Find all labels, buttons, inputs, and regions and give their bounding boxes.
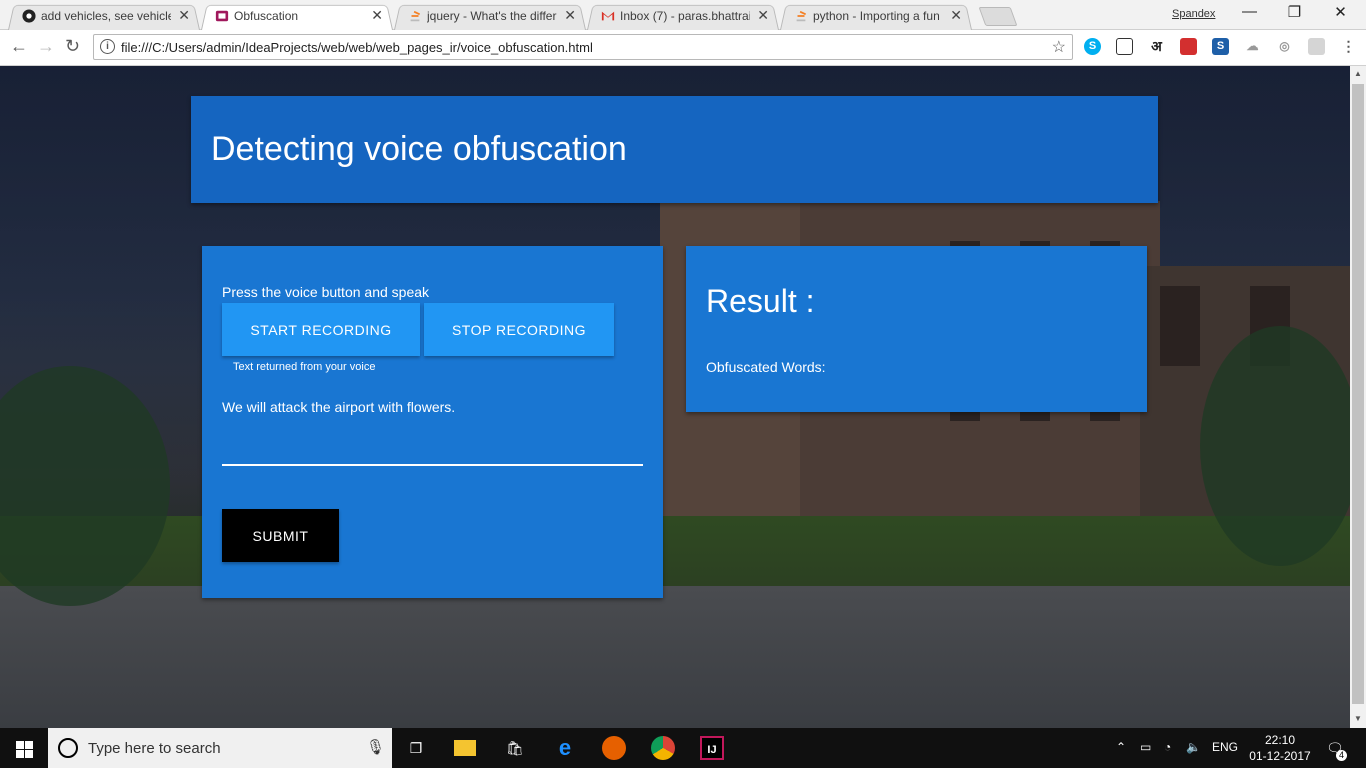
scroll-down-icon[interactable]: ▼: [1354, 714, 1362, 723]
microphone-icon[interactable]: 🎙: [366, 738, 385, 756]
back-icon[interactable]: ←: [10, 36, 28, 57]
new-tab-button[interactable]: [978, 7, 1018, 26]
battery-icon[interactable]: ▭: [1140, 740, 1151, 754]
cloud-icon[interactable]: ☁: [1244, 38, 1261, 55]
result-panel: Result : Obfuscated Words:: [686, 246, 1147, 412]
address-bar[interactable]: i file:///C:/Users/admin/IdeaProjects/we…: [93, 34, 1073, 60]
address-url[interactable]: file:///C:/Users/admin/IdeaProjects/web/…: [121, 40, 593, 55]
menu-icon[interactable]: ⋮: [1340, 38, 1357, 55]
bookmark-star-icon[interactable]: ☆: [1052, 37, 1066, 57]
tab-obfuscation[interactable]: Obfuscation ✕: [201, 3, 393, 30]
screenshot-icon[interactable]: [1116, 38, 1133, 55]
close-icon[interactable]: ✕: [757, 7, 769, 24]
edit-icon[interactable]: S: [1212, 38, 1229, 55]
scroll-up-icon[interactable]: ▲: [1354, 69, 1362, 78]
store-icon[interactable]: 🛍: [503, 736, 527, 760]
tab-title: Obfuscation: [234, 9, 299, 23]
intellij-icon[interactable]: IJ: [700, 736, 724, 760]
tab-title: python - Importing a fun: [813, 9, 940, 23]
close-window-icon[interactable]: ✕: [1318, 3, 1363, 21]
restore-icon[interactable]: ❐: [1272, 3, 1317, 21]
close-icon[interactable]: ✕: [178, 7, 190, 24]
file-explorer-icon[interactable]: [454, 740, 476, 756]
windows-taskbar: Type here to search 🎙 ❐ 🛍 e IJ ⌃ ▭ ◔ 🔈 E…: [0, 728, 1366, 768]
search-placeholder[interactable]: Type here to search: [88, 740, 221, 757]
page-icon: [215, 10, 229, 22]
task-view-icon[interactable]: ❐: [404, 736, 428, 760]
tab-title: add vehicles, see vehicles: [41, 9, 171, 23]
language-indicator[interactable]: ENG: [1212, 740, 1238, 754]
background-road: [0, 586, 1350, 728]
edge-icon[interactable]: e: [553, 736, 577, 760]
tab-title: Inbox (7) - paras.bhattrai: [620, 9, 750, 23]
header-card: Detecting voice obfuscation: [191, 96, 1158, 203]
book-icon[interactable]: [1180, 38, 1197, 55]
chrome-icon[interactable]: [651, 736, 675, 760]
submit-button[interactable]: SUBMIT: [222, 509, 339, 562]
clock-date: 01-12-2017: [1249, 749, 1311, 763]
stackoverflow-icon: [410, 10, 421, 22]
instruction-text: Press the voice button and speak: [222, 284, 430, 300]
tab-github[interactable]: add vehicles, see vehicles ✕: [8, 3, 200, 30]
reload-icon[interactable]: ↻: [65, 36, 80, 57]
skype-icon[interactable]: S: [1084, 38, 1101, 55]
result-title: Result :: [706, 283, 815, 319]
start-button[interactable]: [0, 728, 48, 768]
hindi-input-icon[interactable]: अ: [1148, 38, 1165, 55]
profile-name[interactable]: Spandex: [1172, 8, 1215, 20]
browser-toolbar: ← → ↻ i file:///C:/Users/admin/IdeaProje…: [0, 30, 1366, 66]
page-title: Detecting voice obfuscation: [211, 130, 627, 168]
volume-icon[interactable]: 🔈: [1186, 740, 1201, 754]
cortana-icon: [58, 738, 78, 758]
tab-python[interactable]: python - Importing a fun ✕: [780, 3, 972, 30]
info-icon[interactable]: i: [100, 39, 115, 54]
close-icon[interactable]: ✕: [371, 7, 383, 24]
transcript-hint: Text returned from your voice: [233, 361, 376, 373]
stackoverflow-icon: [796, 10, 807, 22]
clock-time: 22:10: [1264, 733, 1296, 747]
cast-icon[interactable]: [1308, 38, 1325, 55]
notification-count: 4: [1336, 750, 1347, 761]
github-icon: [22, 9, 36, 23]
minimize-icon[interactable]: —: [1227, 3, 1272, 20]
system-clock[interactable]: 22:10 01-12-2017: [1248, 732, 1312, 764]
stop-recording-button[interactable]: STOP RECORDING: [424, 303, 614, 356]
tab-jquery[interactable]: jquery - What's the differ ✕: [394, 3, 586, 30]
obfuscated-words-label: Obfuscated Words:: [706, 359, 826, 375]
forward-icon[interactable]: →: [37, 36, 55, 57]
start-recording-button[interactable]: START RECORDING: [222, 303, 420, 356]
tray-chevron-icon[interactable]: ⌃: [1116, 740, 1126, 754]
transcript-input-underline: [222, 464, 643, 466]
close-icon[interactable]: ✕: [950, 7, 962, 24]
page-viewport: Detecting voice obfuscation Press the vo…: [0, 66, 1350, 728]
transcript-text[interactable]: We will attack the airport with flowers.: [222, 399, 455, 415]
tab-gmail[interactable]: Inbox (7) - paras.bhattrai ✕: [587, 3, 779, 30]
page-scrollbar[interactable]: ▲ ▼: [1350, 66, 1366, 728]
taskbar-search[interactable]: Type here to search 🎙: [48, 728, 392, 768]
background-tree: [1200, 326, 1350, 566]
firefox-icon[interactable]: [602, 736, 626, 760]
hide-icon[interactable]: ◎: [1276, 38, 1293, 55]
scrollbar-thumb[interactable]: [1352, 84, 1364, 704]
windows-logo-icon: [16, 741, 24, 749]
close-icon[interactable]: ✕: [564, 7, 576, 24]
browser-tab-bar: add vehicles, see vehicles ✕ Obfuscation…: [0, 0, 1366, 30]
gmail-icon: [601, 11, 615, 21]
recorder-panel: Press the voice button and speak START R…: [202, 246, 663, 598]
wifi-icon[interactable]: ◔: [1164, 740, 1171, 754]
tab-title: jquery - What's the differ: [427, 9, 557, 23]
